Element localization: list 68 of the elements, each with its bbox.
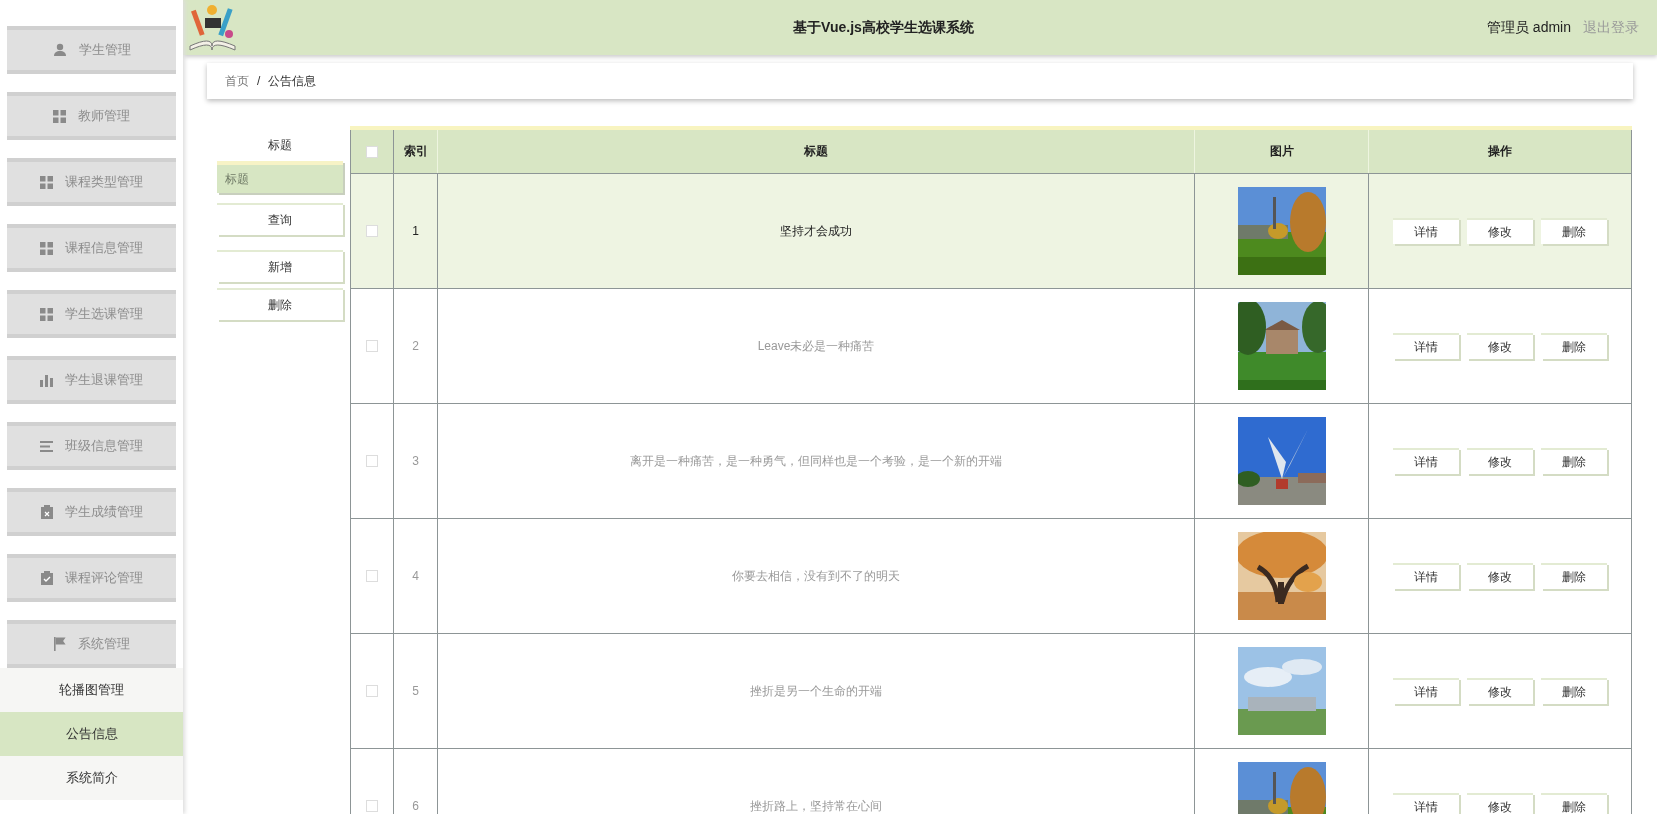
submenu-item[interactable]: 轮播图管理 bbox=[0, 668, 183, 712]
grid-icon bbox=[40, 241, 53, 255]
grid-icon bbox=[40, 307, 53, 321]
clipboard-x-icon bbox=[40, 505, 53, 519]
edit-button[interactable]: 修改 bbox=[1467, 677, 1533, 704]
delete-button[interactable]: 删除 bbox=[1541, 677, 1607, 704]
row-checkbox[interactable] bbox=[366, 340, 378, 353]
flag-icon bbox=[53, 637, 66, 651]
details-button[interactable]: 详情 bbox=[1393, 447, 1459, 474]
table-row[interactable]: 4 你要去相信，没有到不了的明天 详情 修改 删除 bbox=[350, 518, 1632, 633]
edit-button[interactable]: 修改 bbox=[1467, 447, 1533, 474]
grid-icon bbox=[40, 175, 53, 189]
column-header: 标题 bbox=[437, 130, 1195, 173]
row-checkbox[interactable] bbox=[366, 800, 378, 813]
table-cell: 你要去相信，没有到不了的明天 bbox=[437, 518, 1195, 633]
user-icon bbox=[52, 43, 67, 57]
user-role: 管理员 admin bbox=[1486, 18, 1571, 37]
delete-button[interactable]: 删除 bbox=[217, 288, 343, 320]
table-cell: 3 bbox=[393, 403, 438, 518]
delete-button[interactable]: 删除 bbox=[1541, 447, 1607, 474]
breadcrumb-link[interactable]: 首页 bbox=[225, 72, 249, 90]
search-button[interactable]: 查询 bbox=[217, 203, 343, 235]
delete-button[interactable]: 删除 bbox=[1541, 792, 1607, 814]
table-cell: 1 bbox=[393, 173, 438, 288]
table-cell: Leave未必是一种痛苦 bbox=[437, 288, 1195, 403]
table-row[interactable]: 1 坚持才会成功 详情 修改 删除 bbox=[350, 173, 1632, 288]
breadcrumb-current: 公告信息 bbox=[268, 73, 317, 90]
bar-chart-icon bbox=[40, 373, 53, 387]
column-header: 索引 bbox=[393, 130, 438, 173]
table-row[interactable]: 3 离开是一种痛苦，是一种勇气，但同样也是一个考验，是一个新的开端 详情 修改 删除 bbox=[350, 403, 1632, 518]
details-button[interactable]: 详情 bbox=[1393, 677, 1459, 704]
table-cell: 4 bbox=[393, 518, 438, 633]
details-button[interactable]: 详情 bbox=[1393, 217, 1459, 244]
column-header: 操作 bbox=[1368, 130, 1632, 173]
table-cell: 挫折是另一个生命的开端 bbox=[437, 633, 1195, 748]
details-button[interactable]: 详情 bbox=[1393, 332, 1459, 359]
table-cell: 5 bbox=[393, 633, 438, 748]
edit-button[interactable]: 修改 bbox=[1467, 332, 1533, 359]
row-checkbox[interactable] bbox=[366, 685, 378, 698]
delete-button[interactable]: 删除 bbox=[1541, 217, 1607, 244]
column-header: 图片 bbox=[1194, 130, 1369, 173]
table-row[interactable]: 6 挫折路上，坚持常在心间 详情 修改 删除 bbox=[350, 748, 1632, 814]
edit-button[interactable]: 修改 bbox=[1467, 792, 1533, 814]
table-cell: 离开是一种痛苦，是一种勇气，但同样也是一个考验，是一个新的开端 bbox=[437, 403, 1195, 518]
breadcrumb-separator: / bbox=[257, 73, 261, 90]
list-icon bbox=[40, 440, 53, 452]
search-label: 标题 bbox=[267, 137, 293, 154]
select-all-checkbox[interactable] bbox=[366, 146, 378, 159]
submenu-item[interactable]: 公告信息 bbox=[0, 712, 183, 756]
table-row[interactable]: 2 Leave未必是一种痛苦 详情 修改 删除 bbox=[350, 288, 1632, 403]
edit-button[interactable]: 修改 bbox=[1467, 562, 1533, 589]
delete-button[interactable]: 删除 bbox=[1541, 332, 1607, 359]
grid-icon bbox=[53, 109, 66, 123]
table-cell: 2 bbox=[393, 288, 438, 403]
submenu-item[interactable]: 系统简介 bbox=[0, 756, 183, 800]
row-checkbox[interactable] bbox=[366, 225, 378, 238]
table-row[interactable]: 5 挫折是另一个生命的开端 详情 修改 删除 bbox=[350, 633, 1632, 748]
details-button[interactable]: 详情 bbox=[1393, 562, 1459, 589]
details-button[interactable]: 详情 bbox=[1393, 792, 1459, 814]
row-checkbox[interactable] bbox=[366, 570, 378, 583]
delete-button[interactable]: 删除 bbox=[1541, 562, 1607, 589]
edit-button[interactable]: 修改 bbox=[1467, 217, 1533, 244]
table-cell: 坚持才会成功 bbox=[437, 173, 1195, 288]
clipboard-check-icon bbox=[40, 571, 53, 585]
app-title: 基于Vue.js高校学生选课系统 bbox=[793, 18, 974, 37]
add-button[interactable]: 新增 bbox=[217, 250, 343, 282]
row-checkbox[interactable] bbox=[366, 455, 378, 468]
search-field[interactable]: 标题 bbox=[217, 161, 343, 193]
